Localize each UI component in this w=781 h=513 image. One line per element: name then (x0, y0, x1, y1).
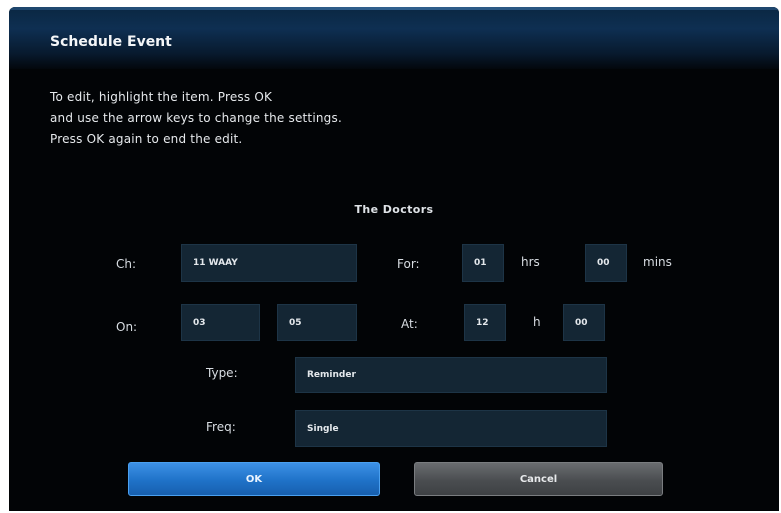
screen: Schedule Event To edit, highlight the it… (0, 0, 781, 513)
dialog-title: Schedule Event (50, 34, 172, 50)
type-label: Type: (206, 366, 238, 380)
schedule-event-dialog: Schedule Event To edit, highlight the it… (9, 7, 779, 511)
hour-unit-label: h (533, 315, 541, 329)
minutes-unit-label: mins (643, 255, 672, 269)
date-label: On: (116, 320, 138, 334)
instruction-line-2: and use the arrow keys to change the set… (50, 111, 342, 125)
instruction-line-3: Press OK again to end the edit. (50, 132, 243, 146)
frequency-field[interactable]: Single (295, 410, 607, 447)
duration-hours-field[interactable]: 01 (462, 244, 504, 282)
date-month-field[interactable]: 03 (181, 304, 260, 341)
time-hour-field[interactable]: 12 (464, 304, 506, 341)
ok-button[interactable]: OK (128, 462, 380, 496)
channel-field[interactable]: 11 WAAY (181, 244, 357, 282)
duration-label: For: (397, 257, 420, 271)
instruction-line-1: To edit, highlight the item. Press OK (50, 90, 273, 104)
hours-unit-label: hrs (521, 255, 540, 269)
program-title: The Doctors (354, 203, 434, 216)
time-label: At: (401, 317, 418, 331)
instructions-text: To edit, highlight the item. Press OK an… (50, 87, 342, 150)
frequency-label: Freq: (206, 420, 236, 434)
type-field[interactable]: Reminder (295, 357, 607, 393)
channel-label: Ch: (116, 257, 137, 271)
time-minute-field[interactable]: 00 (563, 304, 605, 341)
date-day-field[interactable]: 05 (277, 304, 357, 341)
cancel-button[interactable]: Cancel (414, 462, 663, 496)
duration-minutes-field[interactable]: 00 (585, 244, 627, 282)
